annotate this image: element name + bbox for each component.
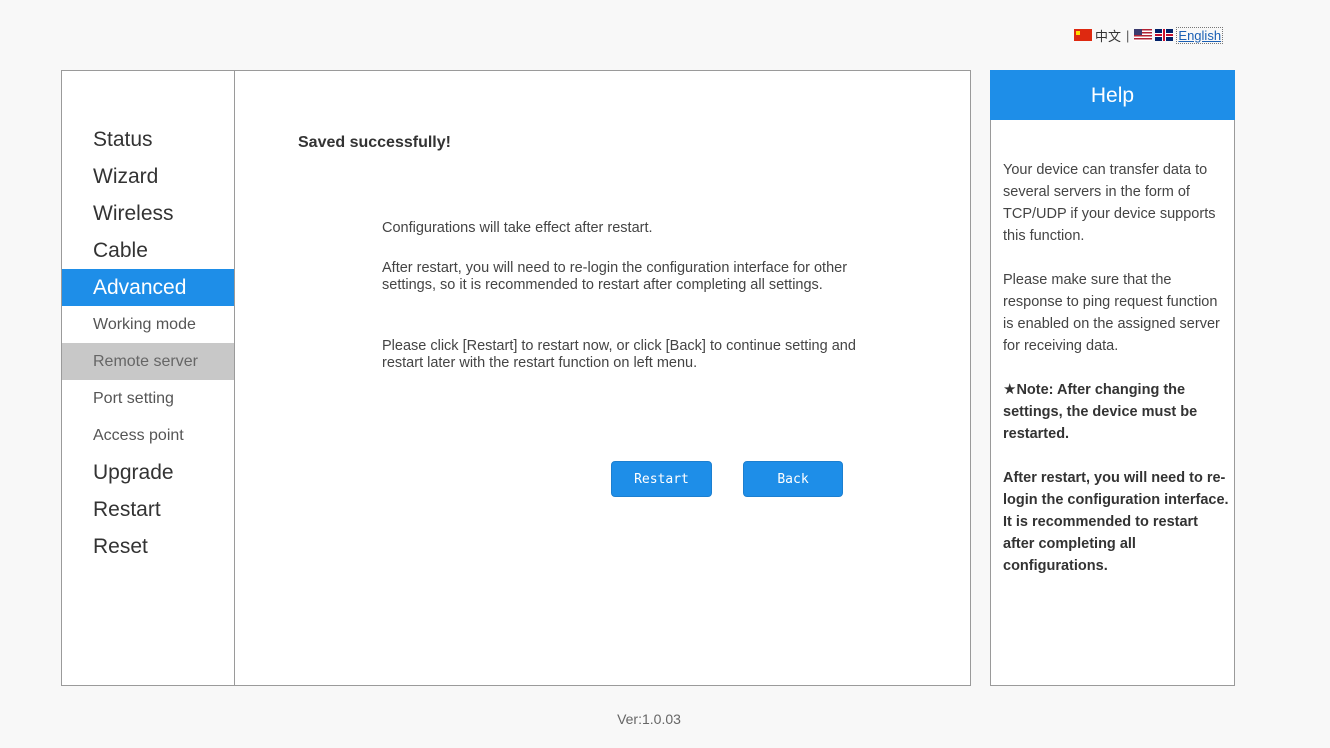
language-separator: | [1126,27,1130,43]
help-panel: Help Your device can transfer data to se… [990,70,1235,686]
help-note: ★Note: After changing the settings, the … [1003,379,1229,445]
sidebar-subitem-port-setting[interactable]: Port setting [62,380,234,417]
content-area: Saved successfully! Configurations will … [235,71,970,685]
back-button[interactable]: Back [743,461,843,497]
help-paragraph-ping: Please make sure that the response to pi… [1003,272,1220,354]
nav-list: Status Wizard Wireless Cable Advanced Wo… [62,121,234,565]
sidebar: Status Wizard Wireless Cable Advanced Wo… [62,71,235,685]
sidebar-subitem-access-point[interactable]: Access point [62,417,234,454]
sidebar-item-wizard[interactable]: Wizard [62,158,234,195]
us-flag-icon[interactable] [1134,29,1153,41]
help-title: Help [990,70,1235,120]
sidebar-item-cable[interactable]: Cable [62,232,234,269]
language-bar: 中文 | English [1074,26,1224,45]
sidebar-item-advanced[interactable]: Advanced [62,269,234,306]
uk-flag-icon[interactable] [1155,29,1174,41]
sidebar-item-reset[interactable]: Reset [62,528,234,565]
sidebar-item-status[interactable]: Status [62,121,234,158]
sidebar-subitem-working-mode[interactable]: Working mode [62,306,234,343]
relogin-notice-text: After restart, you will need to re-login… [382,260,848,293]
version-label: Ver:1.0.03 [617,711,681,727]
help-paragraph-servers: Your device can transfer data to several… [1003,162,1216,244]
restart-button[interactable]: Restart [611,461,712,497]
help-note-text: Note: After changing the settings, the d… [1003,382,1198,442]
sidebar-item-upgrade[interactable]: Upgrade [62,454,234,491]
chinese-language-link[interactable]: 中文 [1095,26,1121,45]
saved-title: Saved successfully! [298,134,451,151]
instruction-text: Please click [Restart] to restart now, o… [382,338,856,371]
sidebar-subitem-remote-server[interactable]: Remote server [62,343,234,380]
page: 中文 | English Status Wizard Wireless Cabl… [0,0,1330,748]
restart-notice-text: Configurations will take effect after re… [382,220,653,236]
english-language-link[interactable]: English [1176,26,1224,44]
china-flag-icon[interactable] [1074,29,1092,41]
main-frame: Status Wizard Wireless Cable Advanced Wo… [61,70,971,686]
sidebar-item-restart[interactable]: Restart [62,491,234,528]
help-body: Your device can transfer data to several… [1003,159,1229,599]
help-paragraph-relogin: After restart, you will need to re-login… [1003,470,1229,574]
sidebar-item-wireless[interactable]: Wireless [62,195,234,232]
star-icon: ★ [1003,381,1017,398]
